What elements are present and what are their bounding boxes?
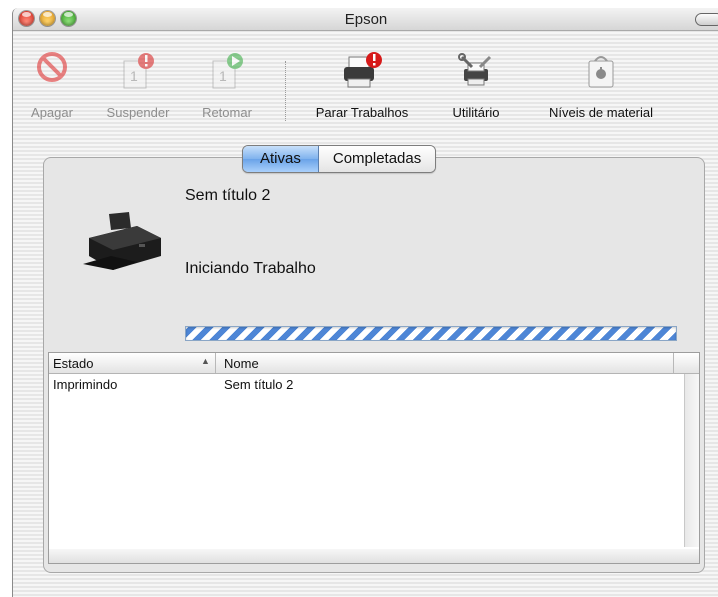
tab-completed-jobs[interactable]: Completadas bbox=[318, 146, 436, 172]
utility-tools-icon bbox=[456, 51, 496, 96]
stop-jobs-label: Parar Trabalhos bbox=[315, 105, 409, 120]
tab-active-jobs[interactable]: Ativas bbox=[243, 146, 319, 172]
job-title: Sem título 2 bbox=[185, 187, 271, 204]
delete-button[interactable]: Apagar bbox=[13, 31, 91, 131]
stop-jobs-printer-icon bbox=[340, 51, 384, 96]
toolbar-separator bbox=[285, 61, 286, 121]
svg-text:1: 1 bbox=[219, 68, 227, 84]
hold-job-icon: 1 bbox=[118, 51, 158, 96]
svg-text:1: 1 bbox=[130, 68, 138, 84]
vertical-scrollbar[interactable] bbox=[684, 374, 699, 547]
utility-label: Utilitário bbox=[452, 105, 500, 120]
stop-jobs-button[interactable]: Parar Trabalhos bbox=[289, 31, 435, 131]
table-header: Estado ▲ Nome bbox=[49, 353, 699, 374]
delete-label: Apagar bbox=[31, 105, 73, 120]
hold-label: Suspender bbox=[106, 105, 170, 120]
printer-queue-window: Epson Apagar 1 Suspender 1 Retomar Parar… bbox=[12, 8, 718, 597]
resume-label: Retomar bbox=[202, 105, 252, 120]
resume-button[interactable]: 1 Retomar bbox=[185, 31, 269, 131]
horizontal-scrollbar[interactable] bbox=[48, 549, 700, 564]
supply-levels-button[interactable]: Níveis de material bbox=[517, 31, 685, 131]
printer-icon bbox=[77, 208, 167, 293]
hold-button[interactable]: 1 Suspender bbox=[91, 31, 185, 131]
title-bar[interactable]: Epson bbox=[13, 8, 718, 31]
table-row[interactable]: Imprimindo Sem título 2 bbox=[49, 375, 669, 393]
delete-icon bbox=[36, 51, 68, 88]
resume-job-icon: 1 bbox=[207, 51, 247, 96]
job-status: Iniciando Trabalho bbox=[185, 260, 316, 277]
window-title: Epson bbox=[344, 11, 388, 28]
supply-levels-label: Níveis de material bbox=[548, 105, 654, 120]
row-estado: Imprimindo bbox=[53, 377, 118, 392]
column-divider bbox=[673, 353, 674, 373]
column-header-estado[interactable]: Estado bbox=[53, 356, 93, 371]
sort-ascending-icon: ▲ bbox=[201, 356, 210, 366]
utility-button[interactable]: Utilitário bbox=[435, 31, 517, 131]
toolbar-toggle-button[interactable] bbox=[695, 13, 718, 26]
jobs-table: Estado ▲ Nome Imprimindo Sem título 2 bbox=[48, 352, 700, 550]
column-divider[interactable] bbox=[215, 353, 216, 373]
toolbar: Apagar 1 Suspender 1 Retomar Parar Traba… bbox=[13, 31, 718, 126]
supply-levels-icon bbox=[581, 51, 621, 96]
row-nome: Sem título 2 bbox=[224, 377, 294, 392]
job-progress-bar bbox=[185, 326, 677, 341]
jobs-segmented-control: Ativas Completadas bbox=[242, 145, 437, 173]
column-header-nome[interactable]: Nome bbox=[224, 356, 259, 371]
